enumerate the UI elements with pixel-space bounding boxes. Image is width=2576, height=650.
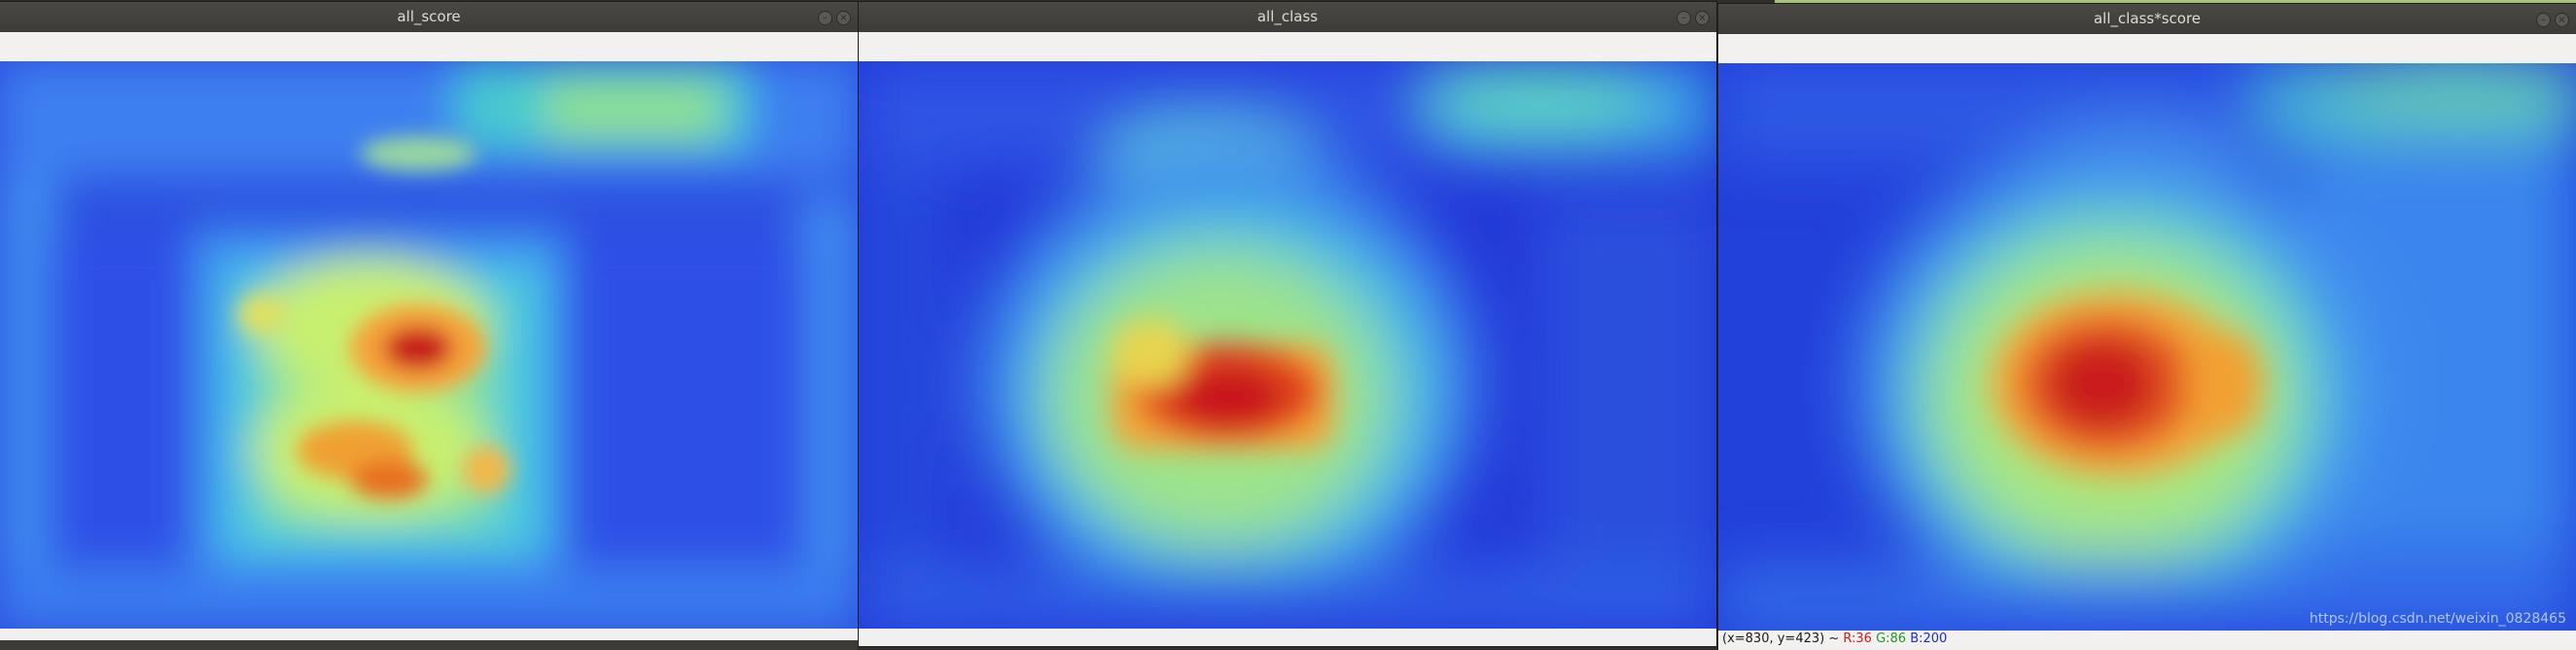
desktop: all_score – × all_class – × all_class*sc… [0,0,2576,650]
image-canvas[interactable]: https://blog.csdn.net/weixin_0828465 [1718,63,2576,631]
minimize-icon[interactable]: – [818,11,832,25]
close-icon[interactable]: × [1695,11,1710,25]
heatmap-all-score [0,61,858,629]
close-icon[interactable]: × [836,11,851,25]
titlebar[interactable]: all_score – × [0,2,858,32]
watermark: https://blog.csdn.net/weixin_0828465 [2309,611,2566,627]
status-green: G:86 [1876,632,1907,646]
toolbar [0,32,858,62]
status-coords: (x=830, y=423) ~ [1722,632,1840,646]
heatmap-all-class [859,61,1716,629]
close-icon[interactable]: × [2555,13,2569,27]
heatmap-all-class-score [1718,63,2576,631]
status-red: R:36 [1843,632,1872,646]
window-all-score[interactable]: all_score – × [0,2,858,646]
toolbar [1718,34,2576,64]
status-bar: (x=830, y=423) ~ R:36 G:86 B:200 [1718,631,2576,648]
status-blue: B:200 [1910,632,1948,646]
image-canvas[interactable] [0,61,858,629]
window-all-class[interactable]: all_class – × [859,2,1716,646]
minimize-icon[interactable]: – [1676,11,1691,25]
titlebar[interactable]: all_class*score – × [1718,4,2576,34]
window-title: all_score [397,8,461,25]
image-canvas[interactable] [859,61,1716,629]
minimize-icon[interactable]: – [2536,13,2551,27]
window-title: all_class*score [2093,10,2202,27]
window-title: all_class [1256,8,1319,25]
titlebar[interactable]: all_class – × [859,2,1716,32]
window-all-class-score[interactable]: all_class*score – × https://blog.csdn.ne… [1718,4,2576,650]
toolbar [859,32,1716,62]
taskbar-fragment [0,640,858,650]
